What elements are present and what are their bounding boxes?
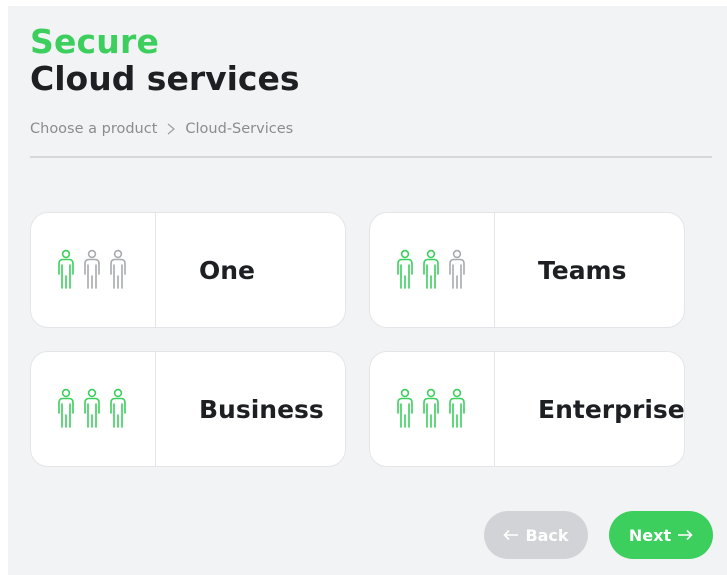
breadcrumb-item-cloud-services: Cloud-Services — [185, 121, 294, 137]
product-card-one[interactable]: One — [30, 212, 346, 328]
person-icon — [84, 388, 100, 428]
product-card-business[interactable]: Business — [30, 351, 346, 467]
header-divider — [30, 156, 712, 158]
product-card-enterprise[interactable]: Enterprise — [369, 351, 685, 467]
next-button[interactable]: Next — [609, 511, 713, 559]
chevron-right-icon — [167, 123, 176, 135]
product-label: Teams — [538, 255, 627, 285]
person-icon — [423, 249, 439, 289]
user-count-icons — [31, 213, 156, 327]
person-icon — [58, 249, 74, 289]
product-card-teams[interactable]: Teams — [369, 212, 685, 328]
users-icon — [397, 388, 465, 428]
breadcrumb-item-choose-product[interactable]: Choose a product — [30, 121, 157, 137]
product-label: Business — [199, 394, 324, 424]
user-count-icons — [370, 352, 495, 466]
person-icon — [58, 388, 74, 428]
person-icon — [84, 249, 100, 289]
page-title-accent: Secure — [30, 22, 160, 61]
user-count-icons — [31, 352, 156, 466]
back-button-label: Back — [525, 525, 569, 545]
users-icon — [58, 249, 126, 289]
person-icon — [397, 388, 413, 428]
product-label: One — [199, 255, 256, 285]
person-icon — [110, 388, 126, 428]
breadcrumb: Choose a product Cloud-Services — [30, 121, 293, 137]
person-icon — [423, 388, 439, 428]
product-label: Enterprise — [538, 394, 685, 424]
arrow-right-icon — [678, 529, 693, 541]
arrow-left-icon — [503, 529, 519, 541]
users-icon — [397, 249, 465, 289]
person-icon — [449, 388, 465, 428]
next-button-label: Next — [628, 525, 672, 545]
product-selection-panel: Secure Cloud services Choose a product C… — [8, 6, 727, 575]
person-icon — [110, 249, 126, 289]
page-title: Cloud services — [30, 59, 300, 98]
back-button[interactable]: Back — [484, 511, 588, 559]
person-icon — [397, 249, 413, 289]
users-icon — [58, 388, 126, 428]
user-count-icons — [370, 213, 495, 327]
person-icon — [449, 249, 465, 289]
